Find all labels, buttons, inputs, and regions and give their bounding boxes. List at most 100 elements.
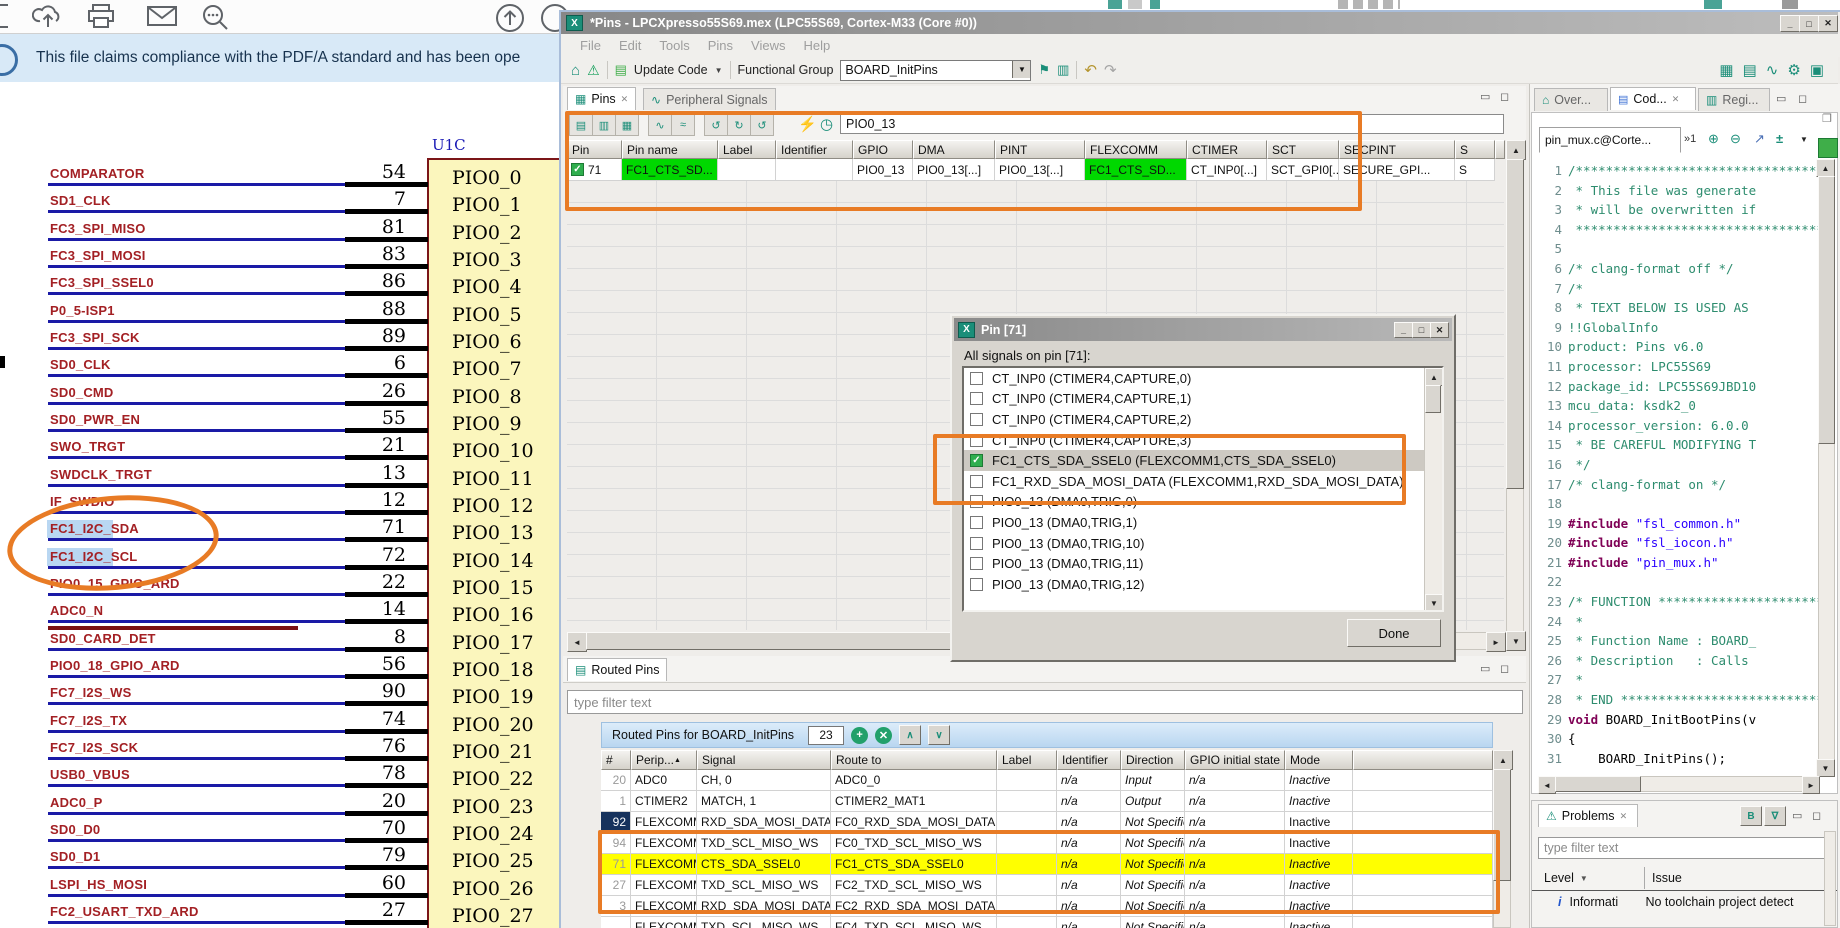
- scroll-down-icon[interactable]: ▼: [1816, 759, 1835, 777]
- combo-dropdown-icon[interactable]: ▼: [1012, 61, 1030, 78]
- close-button[interactable]: ✕: [1818, 15, 1838, 32]
- tab-routed-pins[interactable]: ▤ Routed Pins: [567, 658, 667, 681]
- warning-icon[interactable]: ⚠: [587, 62, 600, 79]
- close-icon[interactable]: ✕: [1620, 811, 1628, 822]
- routed-cell[interactable]: FC4_TXD_SCL_MISO_WS: [831, 917, 997, 928]
- column-divider[interactable]: [1644, 867, 1645, 889]
- routed-cell[interactable]: n/a: [1185, 770, 1285, 791]
- minimize-view-icon[interactable]: ▭: [1480, 662, 1490, 675]
- pins-table-icon[interactable]: ▦: [1719, 61, 1733, 79]
- routed-column-header-perip-[interactable]: Perip... ▲: [631, 750, 697, 770]
- signal-checkbox[interactable]: [970, 392, 983, 405]
- scroll-down-icon[interactable]: ▼: [1506, 631, 1526, 651]
- package-icon[interactable]: ▤: [1743, 61, 1757, 79]
- routed-column-header-gpio-initial-state[interactable]: GPIO initial state: [1185, 750, 1285, 770]
- pin-row-cell[interactable]: S: [1455, 159, 1495, 181]
- routed-cell[interactable]: Inactive: [1285, 770, 1353, 791]
- power-icon[interactable]: ⚙: [1787, 61, 1800, 79]
- routed-cell[interactable]: 1: [601, 791, 631, 812]
- close-button[interactable]: ✕: [1430, 322, 1449, 338]
- routed-cell[interactable]: [601, 917, 631, 928]
- signal-checkbox[interactable]: [970, 516, 983, 529]
- routed-cell[interactable]: n/a: [1185, 917, 1285, 928]
- routed-cell[interactable]: Inactive: [1285, 917, 1353, 928]
- cloud-upload-icon[interactable]: [32, 3, 64, 31]
- dialog-vscroll-thumb[interactable]: [1425, 385, 1441, 413]
- email-icon[interactable]: [146, 3, 178, 29]
- signal-checkbox[interactable]: [970, 578, 983, 591]
- routed-cell[interactable]: CTIMER2: [631, 791, 697, 812]
- undo-icon[interactable]: ↶: [1084, 61, 1097, 79]
- routed-cell[interactable]: [997, 770, 1057, 791]
- update-code-button[interactable]: Update Code: [634, 63, 708, 77]
- scroll-up-icon[interactable]: ▲: [1506, 140, 1526, 160]
- routed-cell[interactable]: ADC0_0: [831, 770, 997, 791]
- minimize-view-icon[interactable]: ▭: [1792, 809, 1802, 822]
- scroll-right-icon[interactable]: ►: [1486, 632, 1506, 652]
- routed-cell[interactable]: Not Specified: [1121, 917, 1185, 928]
- zoom-out-icon[interactable]: ⊖: [1730, 131, 1741, 147]
- routed-column-header-mode[interactable]: Mode: [1285, 750, 1353, 770]
- routed-count-box[interactable]: 23: [808, 726, 844, 745]
- chevron-down-icon[interactable]: ▼: [715, 66, 723, 75]
- signal-option[interactable]: PIO0_13 (DMA0,TRIG,1): [964, 512, 1442, 533]
- signal-option[interactable]: PIO0_13 (DMA0,TRIG,12): [964, 574, 1442, 595]
- signal-option[interactable]: CT_INP0 (CTIMER4,CAPTURE,2): [964, 409, 1442, 430]
- signal-option[interactable]: PIO0_13 (DMA0,TRIG,11): [964, 553, 1442, 574]
- log-icon[interactable]: ▥: [1057, 62, 1069, 78]
- tab-pins[interactable]: ▦ Pins ✕: [567, 87, 636, 110]
- editor-hscroll-thumb[interactable]: [1555, 776, 1641, 792]
- scroll-down-icon[interactable]: ▼: [1425, 594, 1443, 612]
- routed-filter-input[interactable]: type filter text: [567, 690, 1523, 714]
- tab-peripheral-signals[interactable]: ∿ Peripheral Signals: [643, 88, 776, 111]
- redo-icon[interactable]: ↷: [1104, 61, 1117, 79]
- routed-cell[interactable]: [997, 917, 1057, 928]
- diff-icon[interactable]: ±: [1776, 131, 1783, 146]
- mcu-chip-icon[interactable]: [1818, 138, 1838, 158]
- tab-registers[interactable]: ▥ Regi...: [1698, 88, 1770, 111]
- menu-tools[interactable]: Tools: [650, 38, 698, 53]
- maximize-view-icon[interactable]: ◻: [1500, 662, 1509, 675]
- minimize-button[interactable]: _: [1780, 15, 1800, 32]
- flag-icon[interactable]: ⚑: [1038, 62, 1050, 78]
- signal-option[interactable]: CT_INP0 (CTIMER4,CAPTURE,1): [964, 389, 1442, 410]
- signal-checkbox[interactable]: [970, 537, 983, 550]
- minimize-view-icon[interactable]: ▭: [1480, 90, 1490, 103]
- close-icon[interactable]: ✕: [1672, 94, 1680, 105]
- routed-cell[interactable]: n/a: [1057, 770, 1121, 791]
- home-icon[interactable]: ⌂: [571, 62, 580, 79]
- signal-checkbox[interactable]: [970, 372, 983, 385]
- editor-file-tab[interactable]: pin_mux.c@Corte...: [1539, 127, 1681, 153]
- search-options-icon[interactable]: [200, 3, 230, 31]
- tab-problems[interactable]: ⚠ Problems ✕: [1538, 804, 1638, 827]
- maximize-button[interactable]: □: [1799, 15, 1819, 32]
- routed-cell[interactable]: TXD_SCL_MISO_WS: [697, 917, 831, 928]
- editor-vscroll-thumb[interactable]: [1818, 176, 1835, 444]
- scroll-left-icon[interactable]: ◄: [567, 632, 587, 652]
- routed-column-header-label[interactable]: Label: [997, 750, 1057, 770]
- filter-b-button[interactable]: B: [1740, 806, 1762, 826]
- code-area[interactable]: 1/**************************************…: [1536, 161, 1822, 773]
- menu-views[interactable]: Views: [742, 38, 794, 53]
- problem-row[interactable]: i Informati No toolchain project detect: [1532, 890, 1837, 913]
- dialog-vscrollbar[interactable]: ▲ ▼: [1424, 368, 1442, 610]
- problems-filter-input[interactable]: type filter text: [1538, 837, 1826, 859]
- pins-vscroll-thumb[interactable]: [1506, 159, 1524, 489]
- routed-cell[interactable]: ADC0: [631, 770, 697, 791]
- done-button[interactable]: Done: [1347, 619, 1441, 647]
- tab-overflow-marker[interactable]: »1: [1684, 133, 1696, 145]
- signal-checkbox[interactable]: [970, 413, 983, 426]
- routed-cell[interactable]: Output: [1121, 791, 1185, 812]
- expert-icon[interactable]: ▣: [1810, 61, 1824, 79]
- tab-code-preview[interactable]: ▤ Cod... ✕: [1610, 87, 1696, 110]
- routed-cell[interactable]: FLEXCOMM4: [631, 917, 697, 928]
- routed-cell[interactable]: n/a: [1057, 791, 1121, 812]
- editor-menu-icon[interactable]: ▼: [1800, 135, 1808, 144]
- export-icon[interactable]: ↗: [1754, 131, 1765, 147]
- scroll-up-icon[interactable]: ▲: [1425, 368, 1443, 386]
- problems-col-level[interactable]: Level ▼: [1544, 867, 1588, 889]
- routed-cell[interactable]: MATCH, 1: [697, 791, 831, 812]
- functional-group-select[interactable]: BOARD_InitPins ▼: [840, 60, 1031, 81]
- scroll-up-icon[interactable]: ▲: [1493, 750, 1513, 770]
- restore-panel-icon[interactable]: ❐: [1822, 112, 1832, 125]
